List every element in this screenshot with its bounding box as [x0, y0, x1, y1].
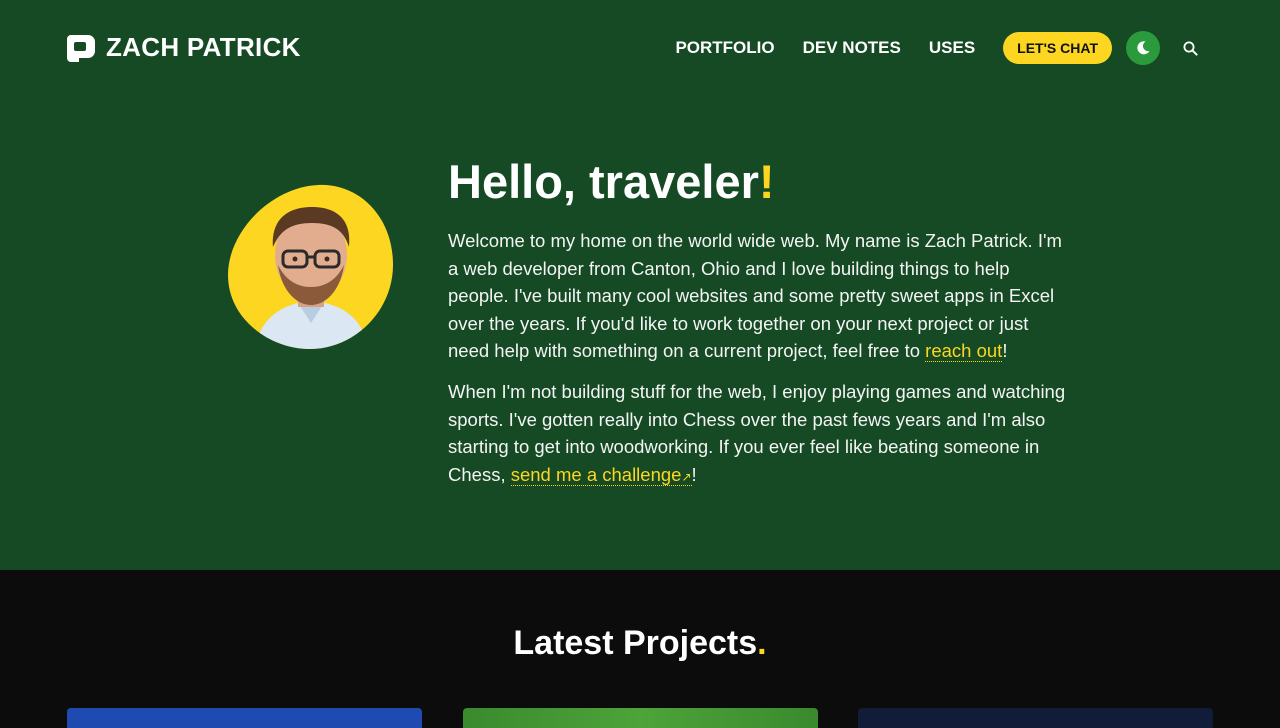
logo-icon	[66, 33, 96, 63]
project-card[interactable]	[463, 708, 818, 728]
latest-projects-heading: Latest Projects.	[0, 624, 1280, 663]
chess-challenge-label: send me a challenge	[510, 463, 682, 485]
intro-paragraph: Welcome to my home on the world wide web…	[448, 227, 1068, 365]
lets-chat-button[interactable]: LET'S CHAT	[1003, 32, 1112, 64]
page-title: Hello, traveler!	[448, 152, 1068, 212]
hero-section: ZACH PATRICK PORTFOLIO DEV NOTES USES LE…	[0, 0, 1280, 570]
nav-link-uses[interactable]: USES	[929, 38, 975, 58]
nav-link-dev-notes[interactable]: DEV NOTES	[803, 38, 901, 58]
hobbies-paragraph: When I'm not building stuff for the web,…	[448, 378, 1068, 491]
nav-link-portfolio[interactable]: PORTFOLIO	[675, 38, 774, 58]
main-nav: PORTFOLIO DEV NOTES USES LET'S CHAT	[675, 31, 1200, 65]
title-text: Hello, traveler	[448, 155, 759, 208]
title-accent: !	[758, 155, 775, 208]
project-card[interactable]	[858, 708, 1213, 728]
projects-title-text: Latest Projects	[513, 624, 758, 662]
theme-toggle-button[interactable]	[1126, 31, 1160, 65]
chess-challenge-link[interactable]: send me a challenge↗	[510, 463, 692, 486]
intro-tail: !	[1002, 340, 1008, 362]
avatar	[226, 183, 396, 351]
external-link-icon: ↗	[681, 469, 692, 484]
projects-title-accent: .	[757, 624, 767, 662]
site-title: ZACH PATRICK	[106, 32, 301, 62]
intro-content: Hello, traveler! Welcome to my home on t…	[448, 152, 1068, 504]
search-icon	[1183, 41, 1198, 56]
reach-out-link[interactable]: reach out	[925, 340, 1003, 363]
moon-icon	[1137, 41, 1150, 55]
hobbies-tail: !	[691, 463, 697, 485]
project-card[interactable]	[67, 708, 422, 728]
search-button[interactable]	[1180, 38, 1200, 58]
site-logo[interactable]: ZACH PATRICK	[66, 32, 301, 63]
